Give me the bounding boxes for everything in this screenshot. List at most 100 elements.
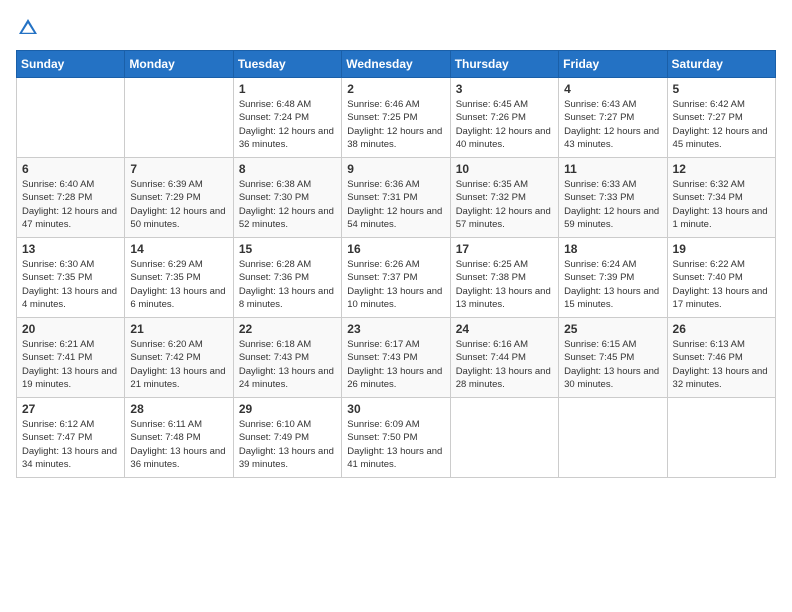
calendar-cell <box>559 398 667 478</box>
day-info: Sunrise: 6:25 AM Sunset: 7:38 PM Dayligh… <box>456 258 553 311</box>
day-info: Sunrise: 6:29 AM Sunset: 7:35 PM Dayligh… <box>130 258 227 311</box>
day-info: Sunrise: 6:28 AM Sunset: 7:36 PM Dayligh… <box>239 258 336 311</box>
day-info: Sunrise: 6:26 AM Sunset: 7:37 PM Dayligh… <box>347 258 444 311</box>
day-info: Sunrise: 6:48 AM Sunset: 7:24 PM Dayligh… <box>239 98 336 151</box>
calendar-cell: 22 Sunrise: 6:18 AM Sunset: 7:43 PM Dayli… <box>233 318 341 398</box>
logo <box>16 16 44 40</box>
calendar-cell: 7 Sunrise: 6:39 AM Sunset: 7:29 PM Daylig… <box>125 158 233 238</box>
calendar-cell: 1 Sunrise: 6:48 AM Sunset: 7:24 PM Daylig… <box>233 78 341 158</box>
calendar-cell: 20 Sunrise: 6:21 AM Sunset: 7:41 PM Dayli… <box>17 318 125 398</box>
day-header-friday: Friday <box>559 51 667 78</box>
day-info: Sunrise: 6:18 AM Sunset: 7:43 PM Dayligh… <box>239 338 336 391</box>
day-info: Sunrise: 6:45 AM Sunset: 7:26 PM Dayligh… <box>456 98 553 151</box>
day-info: Sunrise: 6:13 AM Sunset: 7:46 PM Dayligh… <box>673 338 770 391</box>
day-number: 19 <box>673 242 770 256</box>
calendar-header-row: SundayMondayTuesdayWednesdayThursdayFrid… <box>17 51 776 78</box>
day-info: Sunrise: 6:17 AM Sunset: 7:43 PM Dayligh… <box>347 338 444 391</box>
day-number: 25 <box>564 322 661 336</box>
day-number: 11 <box>564 162 661 176</box>
day-info: Sunrise: 6:39 AM Sunset: 7:29 PM Dayligh… <box>130 178 227 231</box>
day-header-thursday: Thursday <box>450 51 558 78</box>
day-number: 29 <box>239 402 336 416</box>
calendar-week-3: 13 Sunrise: 6:30 AM Sunset: 7:35 PM Dayli… <box>17 238 776 318</box>
calendar-cell: 18 Sunrise: 6:24 AM Sunset: 7:39 PM Dayli… <box>559 238 667 318</box>
calendar-cell: 30 Sunrise: 6:09 AM Sunset: 7:50 PM Dayli… <box>342 398 450 478</box>
day-info: Sunrise: 6:15 AM Sunset: 7:45 PM Dayligh… <box>564 338 661 391</box>
calendar-cell: 27 Sunrise: 6:12 AM Sunset: 7:47 PM Dayli… <box>17 398 125 478</box>
day-info: Sunrise: 6:46 AM Sunset: 7:25 PM Dayligh… <box>347 98 444 151</box>
day-info: Sunrise: 6:20 AM Sunset: 7:42 PM Dayligh… <box>130 338 227 391</box>
calendar-cell: 23 Sunrise: 6:17 AM Sunset: 7:43 PM Dayli… <box>342 318 450 398</box>
day-info: Sunrise: 6:43 AM Sunset: 7:27 PM Dayligh… <box>564 98 661 151</box>
day-number: 22 <box>239 322 336 336</box>
calendar-cell: 15 Sunrise: 6:28 AM Sunset: 7:36 PM Dayli… <box>233 238 341 318</box>
day-number: 16 <box>347 242 444 256</box>
day-number: 9 <box>347 162 444 176</box>
calendar-cell: 21 Sunrise: 6:20 AM Sunset: 7:42 PM Dayli… <box>125 318 233 398</box>
calendar-week-5: 27 Sunrise: 6:12 AM Sunset: 7:47 PM Dayli… <box>17 398 776 478</box>
calendar-week-4: 20 Sunrise: 6:21 AM Sunset: 7:41 PM Dayli… <box>17 318 776 398</box>
day-info: Sunrise: 6:40 AM Sunset: 7:28 PM Dayligh… <box>22 178 119 231</box>
day-info: Sunrise: 6:35 AM Sunset: 7:32 PM Dayligh… <box>456 178 553 231</box>
calendar-cell: 17 Sunrise: 6:25 AM Sunset: 7:38 PM Dayli… <box>450 238 558 318</box>
day-number: 27 <box>22 402 119 416</box>
day-number: 14 <box>130 242 227 256</box>
calendar-cell: 9 Sunrise: 6:36 AM Sunset: 7:31 PM Daylig… <box>342 158 450 238</box>
calendar-cell: 26 Sunrise: 6:13 AM Sunset: 7:46 PM Dayli… <box>667 318 775 398</box>
day-info: Sunrise: 6:21 AM Sunset: 7:41 PM Dayligh… <box>22 338 119 391</box>
day-number: 3 <box>456 82 553 96</box>
day-number: 10 <box>456 162 553 176</box>
logo-icon <box>16 16 40 40</box>
day-info: Sunrise: 6:36 AM Sunset: 7:31 PM Dayligh… <box>347 178 444 231</box>
day-number: 18 <box>564 242 661 256</box>
day-info: Sunrise: 6:32 AM Sunset: 7:34 PM Dayligh… <box>673 178 770 231</box>
day-number: 4 <box>564 82 661 96</box>
calendar-cell: 13 Sunrise: 6:30 AM Sunset: 7:35 PM Dayli… <box>17 238 125 318</box>
calendar-cell: 19Sunrise: 6:22 AM Sunset: 7:40 PM Dayli… <box>667 238 775 318</box>
day-number: 13 <box>22 242 119 256</box>
day-number: 12 <box>673 162 770 176</box>
calendar-cell: 24Sunrise: 6:16 AM Sunset: 7:44 PM Dayli… <box>450 318 558 398</box>
calendar-cell <box>125 78 233 158</box>
day-number: 17 <box>456 242 553 256</box>
day-number: 21 <box>130 322 227 336</box>
calendar-cell: 29 Sunrise: 6:10 AM Sunset: 7:49 PM Dayli… <box>233 398 341 478</box>
day-info: Sunrise: 6:24 AM Sunset: 7:39 PM Dayligh… <box>564 258 661 311</box>
calendar-week-1: 1 Sunrise: 6:48 AM Sunset: 7:24 PM Daylig… <box>17 78 776 158</box>
day-header-monday: Monday <box>125 51 233 78</box>
day-info: Sunrise: 6:12 AM Sunset: 7:47 PM Dayligh… <box>22 418 119 471</box>
calendar-cell: 2 Sunrise: 6:46 AM Sunset: 7:25 PM Daylig… <box>342 78 450 158</box>
day-number: 30 <box>347 402 444 416</box>
day-number: 23 <box>347 322 444 336</box>
day-info: Sunrise: 6:38 AM Sunset: 7:30 PM Dayligh… <box>239 178 336 231</box>
day-number: 6 <box>22 162 119 176</box>
day-header-sunday: Sunday <box>17 51 125 78</box>
day-info: Sunrise: 6:30 AM Sunset: 7:35 PM Dayligh… <box>22 258 119 311</box>
page-header <box>16 16 776 40</box>
calendar-cell: 6 Sunrise: 6:40 AM Sunset: 7:28 PM Daylig… <box>17 158 125 238</box>
calendar-cell: 16 Sunrise: 6:26 AM Sunset: 7:37 PM Dayli… <box>342 238 450 318</box>
day-header-tuesday: Tuesday <box>233 51 341 78</box>
day-number: 8 <box>239 162 336 176</box>
day-info: Sunrise: 6:10 AM Sunset: 7:49 PM Dayligh… <box>239 418 336 471</box>
day-info: Sunrise: 6:09 AM Sunset: 7:50 PM Dayligh… <box>347 418 444 471</box>
calendar-cell <box>17 78 125 158</box>
calendar-cell <box>450 398 558 478</box>
day-number: 7 <box>130 162 227 176</box>
calendar-cell: 12 Sunrise: 6:32 AM Sunset: 7:34 PM Dayli… <box>667 158 775 238</box>
day-number: 20 <box>22 322 119 336</box>
calendar-cell: 4 Sunrise: 6:43 AM Sunset: 7:27 PM Daylig… <box>559 78 667 158</box>
day-header-saturday: Saturday <box>667 51 775 78</box>
calendar-cell: 10 Sunrise: 6:35 AM Sunset: 7:32 PM Dayli… <box>450 158 558 238</box>
day-number: 2 <box>347 82 444 96</box>
day-number: 24 <box>456 322 553 336</box>
day-number: 15 <box>239 242 336 256</box>
day-number: 26 <box>673 322 770 336</box>
day-number: 5 <box>673 82 770 96</box>
calendar-cell: 3 Sunrise: 6:45 AM Sunset: 7:26 PM Daylig… <box>450 78 558 158</box>
calendar-week-2: 6 Sunrise: 6:40 AM Sunset: 7:28 PM Daylig… <box>17 158 776 238</box>
calendar-cell: 8 Sunrise: 6:38 AM Sunset: 7:30 PM Daylig… <box>233 158 341 238</box>
calendar-cell: 25 Sunrise: 6:15 AM Sunset: 7:45 PM Dayli… <box>559 318 667 398</box>
day-number: 28 <box>130 402 227 416</box>
day-number: 1 <box>239 82 336 96</box>
